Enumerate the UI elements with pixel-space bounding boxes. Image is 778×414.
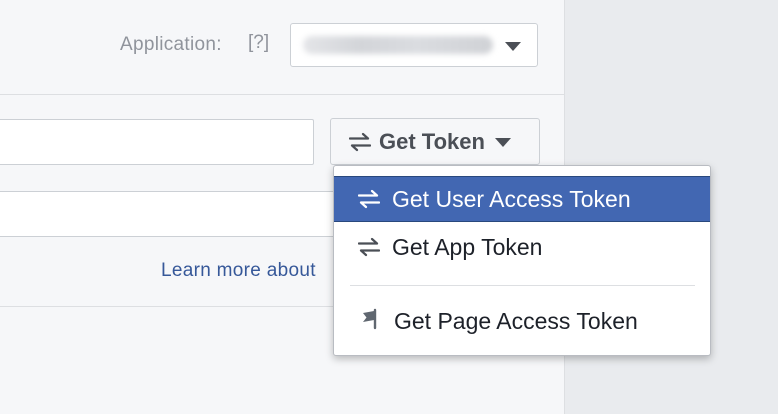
swap-arrows-icon: [358, 237, 380, 257]
menu-item-get-user-access-token[interactable]: Get User Access Token: [334, 176, 710, 222]
menu-item-label: Get User Access Token: [392, 185, 631, 212]
access-token-input[interactable]: [0, 119, 314, 165]
application-select[interactable]: [290, 23, 538, 67]
application-help-link[interactable]: [?]: [248, 32, 269, 54]
menu-item-get-app-token[interactable]: Get App Token: [334, 224, 710, 270]
flag-icon: [360, 308, 382, 335]
menu-item-label: Get Page Access Token: [394, 307, 638, 334]
get-token-label: Get Token: [379, 128, 485, 154]
get-token-dropdown-menu: Get User Access Token Get App Token Get …: [333, 165, 711, 356]
application-header: Application: [?]: [0, 0, 564, 95]
caret-down-icon: [505, 42, 521, 51]
learn-more-link[interactable]: Learn more about: [161, 260, 316, 282]
swap-arrows-icon: [358, 189, 380, 209]
get-token-button[interactable]: Get Token: [330, 118, 540, 165]
swap-arrows-icon: [349, 132, 371, 152]
caret-down-icon: [494, 138, 511, 147]
menu-item-get-page-access-token[interactable]: Get Page Access Token: [334, 298, 710, 344]
application-select-value-redacted: [303, 36, 493, 54]
menu-separator: [350, 285, 695, 286]
application-label: Application:: [120, 34, 222, 55]
menu-item-label: Get App Token: [392, 233, 543, 260]
